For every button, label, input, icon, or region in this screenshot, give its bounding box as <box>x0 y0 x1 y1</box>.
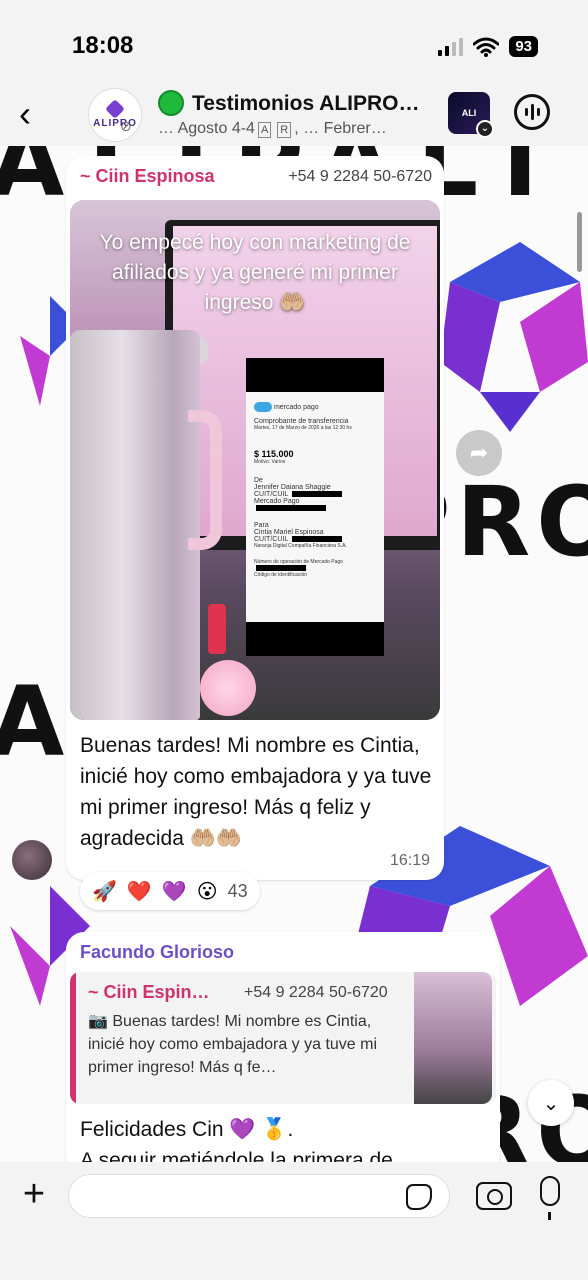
composer-bar: + <box>0 1162 588 1280</box>
photo-tumbler-handle <box>188 410 222 550</box>
receipt-amount-label: Motivo: Varios <box>254 459 286 465</box>
receipt-code-label: Código de identificación <box>254 572 308 578</box>
reaction-rocket-icon: 🚀 <box>92 880 117 903</box>
photo-tumbler <box>70 330 200 720</box>
message-time: 16:19 <box>389 852 430 869</box>
message-bubble-facundo[interactable]: Facundo Glorioso ~ Ciin Espin… +54 9 228… <box>66 932 500 1162</box>
battery-icon: 93 <box>509 36 538 57</box>
voice-chat-icon[interactable] <box>514 94 550 130</box>
sender-name[interactable]: Facundo Glorioso <box>80 942 234 963</box>
message-input[interactable] <box>68 1174 450 1218</box>
forward-icon[interactable]: ➦ <box>456 430 502 476</box>
receipt-op-number <box>254 565 376 572</box>
message-text: Buenas tardes! Mi nombre es Cintia, inic… <box>80 734 432 850</box>
green-circle-icon <box>158 90 184 116</box>
reaction-count: 43 <box>227 880 248 901</box>
chat-title[interactable]: Testimonios ALIPRO… <box>192 92 420 116</box>
camera-icon[interactable] <box>476 1182 512 1210</box>
message-bubble-ciin[interactable]: ~ Ciin Espinosa +54 9 2284 50-6720 merca… <box>66 156 444 880</box>
receipt-to-label: Para <box>254 522 269 529</box>
receipt-content: mercado pago Comprobante de transferenci… <box>246 392 384 622</box>
quoted-message[interactable]: ~ Ciin Espin… +54 9 2284 50-6720 📷 Buena… <box>70 972 496 1104</box>
photo-lipgloss <box>208 604 226 654</box>
reactions-bar[interactable]: 🚀 ❤️ 💜 😮 43 <box>80 872 260 910</box>
transfer-receipt: mercado pago Comprobante de transferenci… <box>246 358 384 656</box>
receipt-from-bank: Mercado Pago <box>254 498 300 505</box>
chevron-down-icon: ⌄ <box>476 120 494 138</box>
subtitle-prefix: … Agosto 4-4 <box>158 120 255 137</box>
receipt-redacted-line <box>254 505 376 512</box>
quote-thumbnail <box>414 972 492 1104</box>
status-time: 18:08 <box>72 32 134 59</box>
redaction-bar <box>291 491 342 498</box>
status-bar: 18:08 93 <box>0 0 588 88</box>
receipt-from-id: CUIT/CUIL <box>254 491 376 498</box>
message-line-1: Felicidades Cin 💜 🥇. <box>80 1118 294 1141</box>
alipro-logo-icon <box>105 98 125 119</box>
community-logo-text: ALI <box>461 108 477 118</box>
sender-phone[interactable]: +54 9 2284 50-6720 <box>288 168 432 186</box>
receipt-date: Martes, 17 de Marzo de 2026 a las 12:30 … <box>254 425 352 431</box>
receipt-brand: mercado pago <box>273 403 319 411</box>
hidden-eye-icon: ⊘ <box>120 118 132 134</box>
community-logo[interactable]: ALI ⌄ <box>448 92 494 138</box>
group-avatar[interactable]: ALIPRO <box>88 88 142 142</box>
receipt-amount: $ 115.000 <box>254 449 294 459</box>
back-chevron-icon[interactable]: ‹ <box>10 96 40 132</box>
chat-wallpaper: ALIPALI PRO ALI PRO ~ Ciin Espinosa +54 … <box>0 146 588 1162</box>
chat-header: ‹ ALIPRO ⊘ Testimonios ALIPRO… … Agosto … <box>0 88 588 146</box>
redaction-bar <box>256 505 326 512</box>
scrollbar[interactable] <box>577 212 582 272</box>
photo-caption: Yo empecé hoy con marketing de afiliados… <box>99 231 411 314</box>
reaction-purple-heart-icon: 💜 <box>161 880 187 903</box>
quote-accent-bar <box>70 972 76 1104</box>
reaction-heart-icon: ❤️ <box>126 880 152 903</box>
signal-icon <box>438 37 464 56</box>
receipt-to-id: CUIT/CUIL <box>254 536 376 543</box>
receipt-to-bank: Naranja Digital Compañía Financiera S.A. <box>254 543 347 549</box>
photo-pompom <box>200 660 256 716</box>
sender-name[interactable]: ~ Ciin Espinosa <box>80 166 215 187</box>
message-photo[interactable]: mercado pago Comprobante de transferenci… <box>70 200 440 720</box>
message-line-2: A seguir metiéndole la primera de <box>80 1149 393 1162</box>
redaction-bar <box>256 565 306 572</box>
avatar[interactable] <box>12 840 52 880</box>
wallpaper-logo-top <box>440 242 588 432</box>
receipt-from-name: Jennifer Daiana Shaggie <box>254 484 331 491</box>
receipt-from-label: De <box>254 477 263 484</box>
quote-phone: +54 9 2284 50-6720 <box>244 984 388 1001</box>
mercado-pago-logo-icon <box>254 402 272 412</box>
receipt-title: Comprobante de transferencia <box>254 418 349 425</box>
redaction-bar <box>291 536 342 543</box>
subtitle-badge-a: A <box>257 122 272 138</box>
subtitle-badge-r: R <box>277 122 292 138</box>
scroll-down-button[interactable]: ⌄ <box>528 1080 574 1126</box>
microphone-icon[interactable] <box>540 1176 560 1220</box>
receipt-to-name: Cintia Mariel Espinosa <box>254 529 324 536</box>
reaction-surprised-icon: 😮 <box>196 880 218 903</box>
plus-icon[interactable]: + <box>16 1175 52 1213</box>
chat-subtitle[interactable]: … Agosto 4-4 A R, … Febrer… <box>158 120 387 138</box>
wifi-icon <box>473 37 500 57</box>
subtitle-suffix: , … Febrer… <box>294 120 387 137</box>
status-icons: 93 <box>438 36 538 57</box>
quote-text: 📷 Buenas tardes! Mi nombre es Cintia, in… <box>88 1013 378 1076</box>
quote-sender: ~ Ciin Espin… <box>88 982 210 1002</box>
message-text: Felicidades Cin 💜 🥇. A seguir metiéndole… <box>80 1114 490 1162</box>
